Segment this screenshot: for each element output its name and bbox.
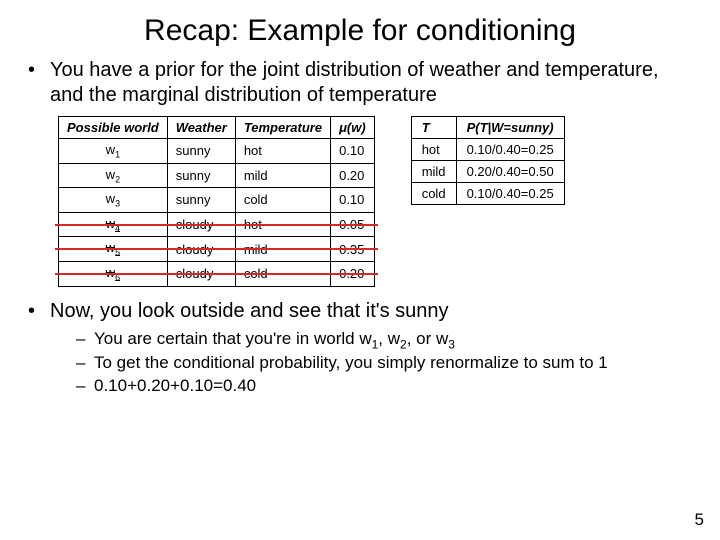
subbullet-worlds: You are certain that you're in world w1,… xyxy=(76,328,692,353)
subbullet-renormalize: To get the conditional probability, you … xyxy=(76,352,692,375)
table-row: hot 0.10/0.40=0.25 xyxy=(411,139,564,161)
table-row: w3 sunny cold 0.10 xyxy=(59,188,375,213)
col-T: T xyxy=(411,117,456,139)
table-header-row: T P(T|W=sunny) xyxy=(411,117,564,139)
bullet-prior: You have a prior for the joint distribut… xyxy=(28,58,692,108)
tables-row: Possible world Weather Temperature μ(w) … xyxy=(58,116,692,287)
table-row: w1 sunny hot 0.10 xyxy=(59,139,375,164)
strike-line xyxy=(55,273,379,275)
strike-line xyxy=(55,224,379,226)
slide-title: Recap: Example for conditioning xyxy=(0,0,720,58)
strike-line xyxy=(55,248,379,250)
worlds-table: Possible world Weather Temperature μ(w) … xyxy=(58,116,375,287)
slide-content: You have a prior for the joint distribut… xyxy=(0,58,720,398)
col-weather: Weather xyxy=(167,117,235,139)
conditional-table: T P(T|W=sunny) hot 0.10/0.40=0.25 mild 0… xyxy=(411,116,565,205)
col-possible-world: Possible world xyxy=(59,117,168,139)
table-row: cold 0.10/0.40=0.25 xyxy=(411,183,564,205)
table-row: w2 sunny mild 0.20 xyxy=(59,163,375,188)
col-mu: μ(w) xyxy=(331,117,375,139)
col-P: P(T|W=sunny) xyxy=(456,117,564,139)
table-row: mild 0.20/0.40=0.50 xyxy=(411,161,564,183)
page-number: 5 xyxy=(695,510,704,530)
table-header-row: Possible world Weather Temperature μ(w) xyxy=(59,117,375,139)
bullet-observe: Now, you look outside and see that it's … xyxy=(28,299,692,398)
col-temperature: Temperature xyxy=(235,117,330,139)
subbullet-sum: 0.10+0.20+0.10=0.40 xyxy=(76,375,692,398)
